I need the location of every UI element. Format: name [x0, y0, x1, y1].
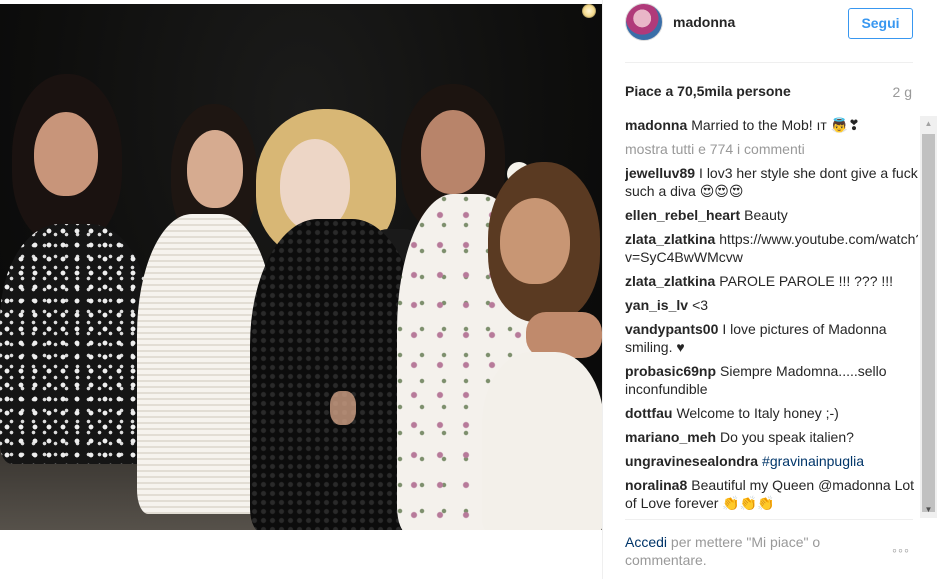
- caption: madonna Married to the Mob! ıт 👼❣: [625, 116, 918, 134]
- avatar[interactable]: [625, 3, 663, 41]
- login-prompt: Accedi per mettere "Mi piace" o commenta…: [625, 533, 855, 569]
- comment-user[interactable]: mariano_meh: [625, 429, 716, 445]
- comment-user[interactable]: noralina8: [625, 477, 687, 493]
- comment-text: PAROLE PAROLE !!! ??? !!!: [719, 273, 894, 289]
- scroll-down-arrow-icon[interactable]: ▼: [920, 502, 937, 518]
- post-sidebar: madonna Segui Piace a 70,5mila persone 2…: [602, 0, 937, 579]
- login-link[interactable]: Accedi: [625, 534, 667, 550]
- comment-item: ellen_rebel_heart Beauty: [625, 206, 918, 224]
- load-more-comments[interactable]: mostra tutti e 774 i commenti: [625, 140, 918, 158]
- comment-item: yan_is_lv <3: [625, 296, 918, 314]
- comment-text: Married to the Mob! ıт 👼❣: [691, 117, 860, 133]
- comment-user[interactable]: yan_is_lv: [625, 297, 688, 313]
- post-time[interactable]: 2 g: [893, 84, 912, 100]
- comment-item: dottfau Welcome to Italy honey ;-): [625, 404, 918, 422]
- likes-count[interactable]: Piace a 70,5mila persone: [625, 83, 791, 99]
- comment-item: ungravinesealondra #gravinainpuglia: [625, 452, 918, 470]
- comment-item: jewelluv89 I lov3 her style she dont give…: [625, 164, 918, 200]
- header-divider: [625, 62, 913, 63]
- comment-user[interactable]: zlata_zlatkina: [625, 231, 715, 247]
- post-photo[interactable]: [0, 4, 602, 530]
- comment-user[interactable]: ungravinesealondra: [625, 453, 758, 469]
- comment-item: noralina8 Beautiful my Queen @madonna Lot…: [625, 476, 918, 512]
- comment-text: <3: [692, 297, 709, 313]
- hashtag-link[interactable]: #gravinainpuglia: [762, 453, 864, 469]
- comments-scrollbar[interactable]: ▲ ▼: [920, 116, 937, 518]
- comment-user[interactable]: dottfau: [625, 405, 672, 421]
- post-username[interactable]: madonna: [673, 14, 735, 30]
- comment-item: zlata_zlatkina https://www.youtube.com/wa…: [625, 230, 918, 266]
- comment-item: mariano_meh Do you speak italien?: [625, 428, 918, 446]
- scroll-thumb[interactable]: [922, 134, 935, 512]
- comment-item: vandypants00 I love pictures of Madonna s…: [625, 320, 918, 356]
- comment-user[interactable]: probasic69np: [625, 363, 716, 379]
- comment-user[interactable]: zlata_zlatkina: [625, 273, 715, 289]
- comment-text: Welcome to Italy honey ;-): [676, 405, 839, 421]
- scroll-up-arrow-icon[interactable]: ▲: [920, 116, 937, 132]
- comment-item: probasic69np Siempre Madomna.....sello in…: [625, 362, 918, 398]
- comment-user[interactable]: jewelluv89: [625, 165, 695, 181]
- more-options-icon[interactable]: ◦◦◦: [888, 543, 914, 557]
- comment-text: Beauty: [744, 207, 788, 223]
- comment-user[interactable]: ellen_rebel_heart: [625, 207, 740, 223]
- background-lamp: [582, 4, 596, 18]
- photo-person-5: [482, 162, 602, 530]
- comment-user[interactable]: madonna: [625, 117, 687, 133]
- footer-divider: [625, 519, 913, 520]
- follow-button[interactable]: Segui: [848, 8, 913, 39]
- comments-list[interactable]: madonna Married to the Mob! ıт 👼❣ mostra …: [625, 116, 918, 518]
- comment-user[interactable]: vandypants00: [625, 321, 718, 337]
- comment-item: zlata_zlatkina PAROLE PAROLE !!! ??? !!!: [625, 272, 918, 290]
- post-modal: madonna Segui Piace a 70,5mila persone 2…: [0, 0, 937, 579]
- comment-text: Do you speak italien?: [720, 429, 854, 445]
- post-header: madonna Segui: [603, 0, 937, 62]
